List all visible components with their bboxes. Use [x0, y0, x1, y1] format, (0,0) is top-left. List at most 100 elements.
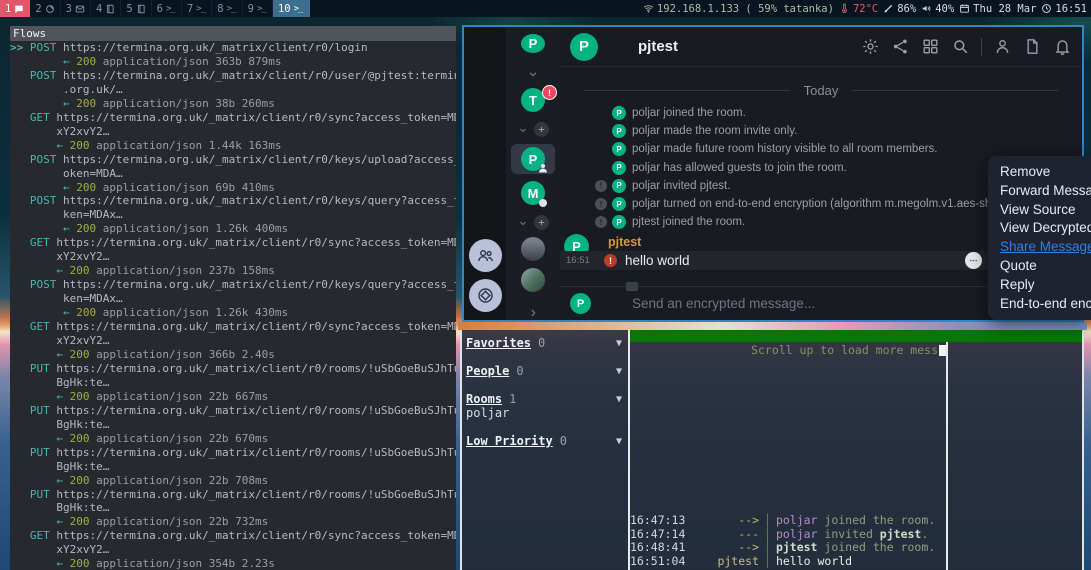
workspace-2[interactable]: 2	[30, 0, 60, 17]
menu-item-quote[interactable]: Quote	[1000, 257, 1091, 276]
encrypted-lock-icon	[608, 36, 630, 58]
community-sidebar	[464, 27, 506, 320]
buffer-section[interactable]: Rooms1▼	[466, 392, 624, 406]
room-avatar[interactable]: P	[570, 33, 598, 61]
flow-row[interactable]: POST https://termina.org.uk/_matrix/clie…	[10, 194, 456, 236]
flow-row[interactable]: POST https://termina.org.uk/_matrix/clie…	[10, 69, 456, 111]
buffer-sidebar: Favorites0▼People0▼Rooms1▼poljarLow Prio…	[462, 330, 630, 570]
collapse-arrow-icon[interactable]: ▼	[616, 366, 622, 377]
brush-icon	[883, 3, 894, 14]
menu-item-reply[interactable]: Reply	[1000, 276, 1091, 295]
workspace-number: 7	[187, 3, 193, 15]
explore-button[interactable]	[469, 279, 502, 312]
buffer-body: Scroll up to load more mess 16:47:13-->│…	[630, 342, 1082, 570]
room-list-item[interactable]: T!	[521, 88, 545, 112]
room-list-item[interactable]	[521, 237, 545, 261]
grid-icon[interactable]	[921, 37, 940, 56]
workspace-5[interactable]: 5	[121, 0, 151, 17]
menu-item-remove[interactable]: Remove	[1000, 163, 1091, 182]
context-menu: RemoveForward MessageView SourceView Dec…	[988, 156, 1091, 320]
flow-row[interactable]: GET https://termina.org.uk/_matrix/clien…	[10, 111, 456, 153]
flow-request-line: GET https://termina.org.uk/_matrix/clien…	[10, 320, 456, 334]
mitmproxy-window: Flows >> POST https://termina.org.uk/_ma…	[10, 26, 456, 570]
explore-icon	[476, 286, 495, 305]
room-list-item[interactable]	[521, 268, 545, 292]
document-icon[interactable]	[1023, 37, 1042, 56]
flow-row[interactable]: PUT https://termina.org.uk/_matrix/clien…	[10, 362, 456, 404]
menu-item-end-to-end-encry[interactable]: End-to-end encry	[1000, 295, 1091, 314]
flow-row[interactable]: GET https://termina.org.uk/_matrix/clien…	[10, 529, 456, 570]
flow-list: >> POST https://termina.org.uk/_matrix/c…	[10, 41, 456, 570]
workspace-number: 6	[157, 3, 163, 15]
workspace-3[interactable]: 3	[61, 0, 91, 17]
share-icon[interactable]	[891, 37, 910, 56]
workspace-1[interactable]: 1	[0, 0, 30, 17]
room-list-item[interactable]: M	[521, 181, 545, 205]
flow-url-continuation: BgHk:te…	[10, 460, 456, 474]
workspace-8[interactable]: 8>_	[212, 0, 242, 17]
flow-response-line: ← 200 application/json 38b 260ms	[10, 97, 456, 111]
menu-item-view-source[interactable]: View Source	[1000, 201, 1091, 220]
event-text: poljar has allowed guests to join the ro…	[632, 162, 847, 174]
buffer-main: Scroll up to load more mess 16:47:13-->│…	[630, 330, 1082, 570]
markdown-toggle-icon[interactable]	[626, 282, 638, 291]
add-room-button[interactable]	[534, 215, 549, 230]
workspace-7[interactable]: 7>_	[182, 0, 212, 17]
flow-url-continuation: xY2xvY2…	[10, 125, 456, 139]
chevright-icon[interactable]	[526, 306, 540, 320]
collapse-arrow-icon[interactable]: ▼	[616, 436, 622, 447]
room-avatar-T[interactable]: T!	[521, 88, 545, 112]
top-bar: 123456>_7>_8>_9>_10>_ 192.168.1.133 ( 59…	[0, 0, 1091, 17]
chat-line: 16:47:13-->│poljar joined the room.	[630, 514, 946, 528]
add-room-button[interactable]	[534, 122, 549, 137]
flow-row[interactable]: >> POST https://termina.org.uk/_matrix/c…	[10, 41, 456, 69]
status-temperature: 72°C	[839, 3, 878, 15]
flow-row[interactable]: POST https://termina.org.uk/_matrix/clie…	[10, 278, 456, 320]
flow-row[interactable]: GET https://termina.org.uk/_matrix/clien…	[10, 320, 456, 362]
workspace-number: 9	[248, 3, 254, 15]
search-icon[interactable]	[951, 37, 970, 56]
menu-item-forward-message[interactable]: Forward Message	[1000, 182, 1091, 201]
message-options-button[interactable]	[965, 252, 982, 269]
collapse-arrow-icon[interactable]: ▼	[616, 338, 622, 349]
workspace-4[interactable]: 4	[91, 0, 121, 17]
buffer-section-count: 0	[538, 336, 545, 350]
buffer-section[interactable]: Low Priority0▼	[466, 434, 624, 448]
person-icon[interactable]	[993, 37, 1012, 56]
buffer-item[interactable]: poljar	[466, 406, 624, 420]
flow-row[interactable]: PUT https://termina.org.uk/_matrix/clien…	[10, 446, 456, 488]
composer-lock-icon	[603, 294, 623, 314]
line-prefix: ---	[692, 528, 764, 542]
line-timestamp: 16:51:04	[630, 555, 692, 569]
bell-icon[interactable]	[1053, 37, 1072, 56]
message-input[interactable]: Send an encrypted message...	[632, 296, 1036, 311]
selected-room-item[interactable]: P	[511, 144, 555, 174]
menu-item-view-decrypted-s[interactable]: View Decrypted S	[1000, 219, 1091, 238]
buffer-section[interactable]: Favorites0▼	[466, 336, 624, 350]
chat-spacer	[630, 357, 946, 514]
gear-icon[interactable]	[861, 37, 880, 56]
flow-row[interactable]: POST https://termina.org.uk/_matrix/clie…	[10, 153, 456, 195]
flow-url-continuation: xY2xvY2…	[10, 334, 456, 348]
people-button[interactable]	[469, 239, 502, 272]
flow-response-line: ← 200 application/json 237b 158ms	[10, 264, 456, 278]
room-avatar-earth[interactable]	[521, 268, 545, 292]
workspace-list: 123456>_7>_8>_9>_10>_	[0, 0, 310, 17]
desktop-screen: 123456>_7>_8>_9>_10>_ 192.168.1.133 ( 59…	[0, 0, 1091, 570]
flow-request-line: >> POST https://termina.org.uk/_matrix/c…	[10, 41, 456, 55]
workspace-9[interactable]: 9>_	[243, 0, 273, 17]
workspace-6[interactable]: 6>_	[152, 0, 182, 17]
menu-item-share-message[interactable]: Share Message	[1000, 238, 1091, 257]
flow-row[interactable]: PUT https://termina.org.uk/_matrix/clien…	[10, 404, 456, 446]
room-avatar-M[interactable]: M	[521, 181, 545, 205]
workspace-10[interactable]: 10>_	[273, 0, 310, 17]
status-temperature-text: 72°C	[853, 3, 878, 15]
user-menu-avatar[interactable]: P	[521, 34, 545, 53]
event-warn-slot: !	[595, 180, 612, 192]
buffer-section[interactable]: People0▼	[466, 364, 624, 378]
flow-row[interactable]: GET https://termina.org.uk/_matrix/clien…	[10, 236, 456, 278]
room-avatar-P[interactable]: P	[521, 147, 545, 171]
flow-row[interactable]: PUT https://termina.org.uk/_matrix/clien…	[10, 488, 456, 530]
collapse-arrow-icon[interactable]: ▼	[616, 394, 622, 405]
room-avatar-tower[interactable]	[521, 237, 545, 261]
